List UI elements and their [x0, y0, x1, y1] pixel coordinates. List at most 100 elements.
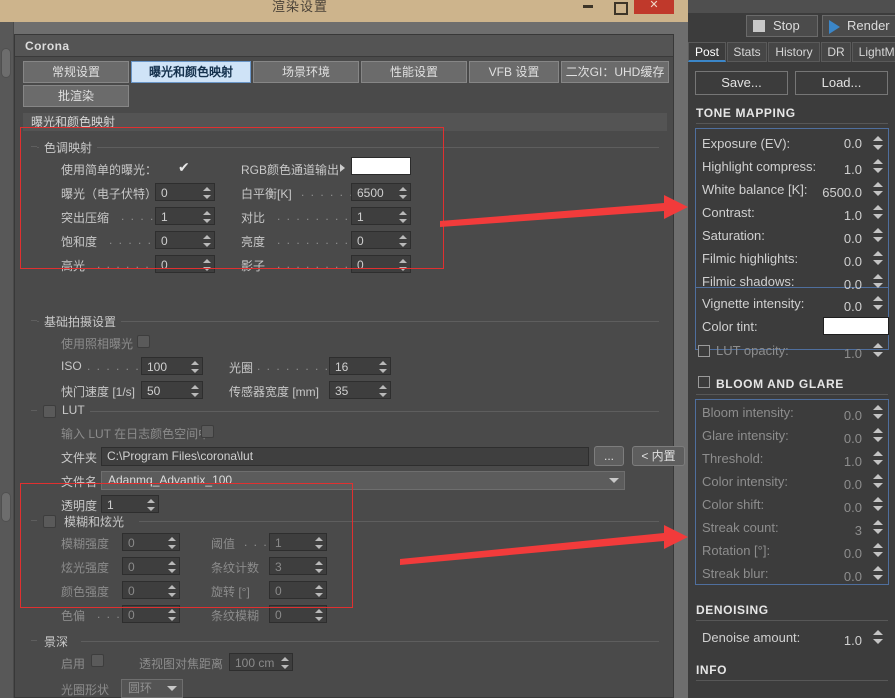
chevron-down-icon[interactable] [167, 686, 177, 691]
spinner-streak-count[interactable]: 3 [269, 557, 327, 575]
spinner-arrows-icon[interactable] [378, 383, 387, 399]
spinner-white-balance[interactable] [873, 180, 883, 198]
vfb-tab-lightmix[interactable]: LightMix [852, 42, 895, 62]
spinner-arrows-icon[interactable] [167, 535, 176, 551]
rollout-title[interactable]: Corona [15, 35, 673, 57]
spinner-aperture[interactable]: 16 [329, 357, 391, 375]
window-titlebar[interactable]: 渲染设置 ✕ [0, 0, 688, 22]
tab-general[interactable]: 常规设置 [23, 61, 129, 83]
select-aperture-shape[interactable]: 圆环 [121, 679, 183, 698]
spinner-highlight-compression[interactable]: 1 [155, 207, 215, 225]
checkbox-lut-enable[interactable] [43, 405, 56, 418]
spinner-arrows-icon[interactable] [398, 257, 407, 273]
spinner-arrows-icon[interactable] [202, 233, 211, 249]
scroll-handle-bottom[interactable] [1, 492, 11, 522]
checkbox-lut-opacity[interactable] [698, 345, 710, 357]
spinner-contrast[interactable]: 1 [351, 207, 411, 225]
spinner-bloom-intensity[interactable]: 0 [122, 533, 180, 551]
spinner-denoise-amount[interactable] [873, 628, 883, 646]
spinner-saturation[interactable]: 0 [155, 231, 215, 249]
spinner-arrows-icon[interactable] [167, 559, 176, 575]
tab-secondary-gi[interactable]: 二次GI：UHD缓存 [561, 61, 669, 83]
spinner-exposure-ev[interactable]: 0 [155, 183, 215, 201]
minimize-button[interactable] [580, 0, 598, 12]
spinner-arrows-icon[interactable] [202, 185, 211, 201]
spinner-filmic-highlights[interactable] [873, 249, 883, 267]
spinner-arrows-icon[interactable] [398, 185, 407, 201]
spinner-rotation[interactable] [873, 541, 883, 559]
spinner-arrows-icon[interactable] [167, 607, 176, 623]
select-lut-filename[interactable]: Adanmq_Advantix_100 [101, 471, 625, 490]
spinner-arrows-icon[interactable] [190, 359, 199, 375]
load-button[interactable]: Load... [795, 71, 888, 95]
spinner-threshold[interactable]: 1 [269, 533, 327, 551]
spinner-color-shift[interactable] [873, 495, 883, 513]
spinner-color-intensity[interactable] [873, 472, 883, 490]
spinner-sensor-width[interactable]: 35 [329, 381, 391, 399]
render-button[interactable]: Render [822, 15, 895, 37]
spinner-brightness[interactable]: 0 [351, 231, 411, 249]
spinner-arrows-icon[interactable] [378, 359, 387, 375]
browse-folder-button[interactable]: ... [594, 446, 624, 466]
spinner-shadows[interactable]: 0 [351, 255, 411, 273]
checkbox-use-camera-exposure[interactable] [137, 335, 150, 348]
spinner-arrows-icon[interactable] [398, 233, 407, 249]
spinner-arrows-icon[interactable] [280, 655, 289, 671]
scroll-handle-top[interactable] [1, 48, 11, 78]
spinner-streak-count[interactable] [873, 518, 883, 536]
expand-arrow-icon[interactable] [340, 164, 345, 172]
checkbox-dof-enable[interactable] [91, 654, 104, 667]
spinner-white-balance[interactable]: 6500 [351, 183, 411, 201]
spinner-streak-blur[interactable] [873, 564, 883, 582]
chevron-down-icon[interactable] [609, 478, 619, 483]
spinner-arrows-icon[interactable] [167, 583, 176, 599]
spinner-lut-opacity[interactable]: 1 [101, 495, 159, 513]
spinner-arrows-icon[interactable] [146, 497, 155, 513]
spinner-rotation[interactable]: 0 [269, 581, 327, 599]
spinner-saturation[interactable] [873, 226, 883, 244]
spinner-arrows-icon[interactable] [202, 257, 211, 273]
spinner-bloom-intensity[interactable] [873, 403, 883, 421]
close-button[interactable]: ✕ [634, 0, 674, 14]
spinner-arrows-icon[interactable] [202, 209, 211, 225]
checkbox-lut-log-space[interactable] [201, 425, 214, 438]
vfb-tab-post[interactable]: Post [688, 42, 726, 62]
builtin-lut-button[interactable]: < 内置 [632, 446, 685, 466]
spinner-glare-intensity[interactable] [873, 426, 883, 444]
spinner-iso[interactable]: 100 [141, 357, 203, 375]
spinner-focus-distance[interactable]: 100 cm [229, 653, 293, 671]
spinner-arrows-icon[interactable] [190, 383, 199, 399]
checkbox-bloom-and-glare[interactable] [698, 376, 710, 388]
vfb-tab-stats[interactable]: Stats [727, 42, 767, 62]
spinner-arrows-icon[interactable] [314, 607, 323, 623]
vfb-tab-history[interactable]: History [768, 42, 820, 62]
tab-exposure-color-mapping[interactable]: 曝光和颜色映射 [131, 61, 251, 83]
spinner-contrast[interactable] [873, 203, 883, 221]
checkbox-simple-exposure[interactable] [176, 159, 190, 176]
left-scrollbar[interactable] [0, 22, 14, 698]
spinner-glare-intensity[interactable]: 0 [122, 557, 180, 575]
input-lut-folder[interactable]: C:\Program Files\corona\lut [101, 447, 589, 466]
spinner-arrows-icon[interactable] [314, 559, 323, 575]
spinner-highlights[interactable]: 0 [155, 255, 215, 273]
tab-vfb-settings[interactable]: VFB 设置 [469, 61, 559, 83]
spinner-arrows-icon[interactable] [314, 535, 323, 551]
stop-button[interactable]: Stop [746, 15, 818, 37]
spinner-streak-blur[interactable]: 0 [269, 605, 327, 623]
spinner-shutter-speed[interactable]: 50 [141, 381, 203, 399]
spinner-threshold[interactable] [873, 449, 883, 467]
swatch-color-tint[interactable] [823, 317, 889, 335]
maximize-button[interactable] [611, 0, 629, 15]
spinner-exposure-ev[interactable] [873, 134, 883, 152]
spinner-arrows-icon[interactable] [314, 583, 323, 599]
spinner-highlight-compress[interactable] [873, 157, 883, 175]
tab-performance[interactable]: 性能设置 [361, 61, 467, 83]
spinner-vignette-intensity[interactable] [873, 294, 883, 312]
spinner-arrows-icon[interactable] [398, 209, 407, 225]
spinner-lut-opacity[interactable] [873, 341, 883, 359]
vfb-tab-dr[interactable]: DR [821, 42, 851, 62]
swatch-rgb-output[interactable] [351, 157, 411, 175]
checkbox-bloom-enable[interactable] [43, 515, 56, 528]
spinner-color-shift[interactable]: 0 [122, 605, 180, 623]
spinner-color-intensity[interactable]: 0 [122, 581, 180, 599]
